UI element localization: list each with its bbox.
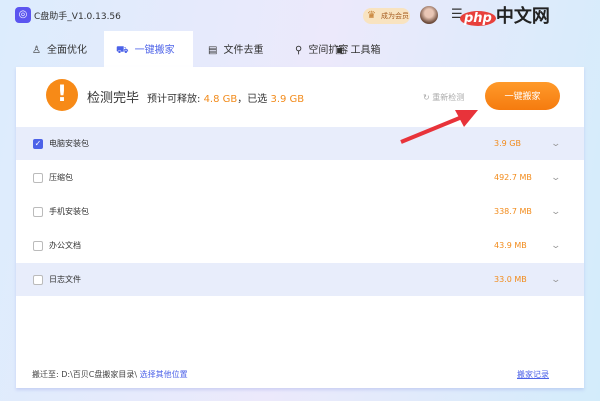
red-arrow-annotation [400,110,478,144]
